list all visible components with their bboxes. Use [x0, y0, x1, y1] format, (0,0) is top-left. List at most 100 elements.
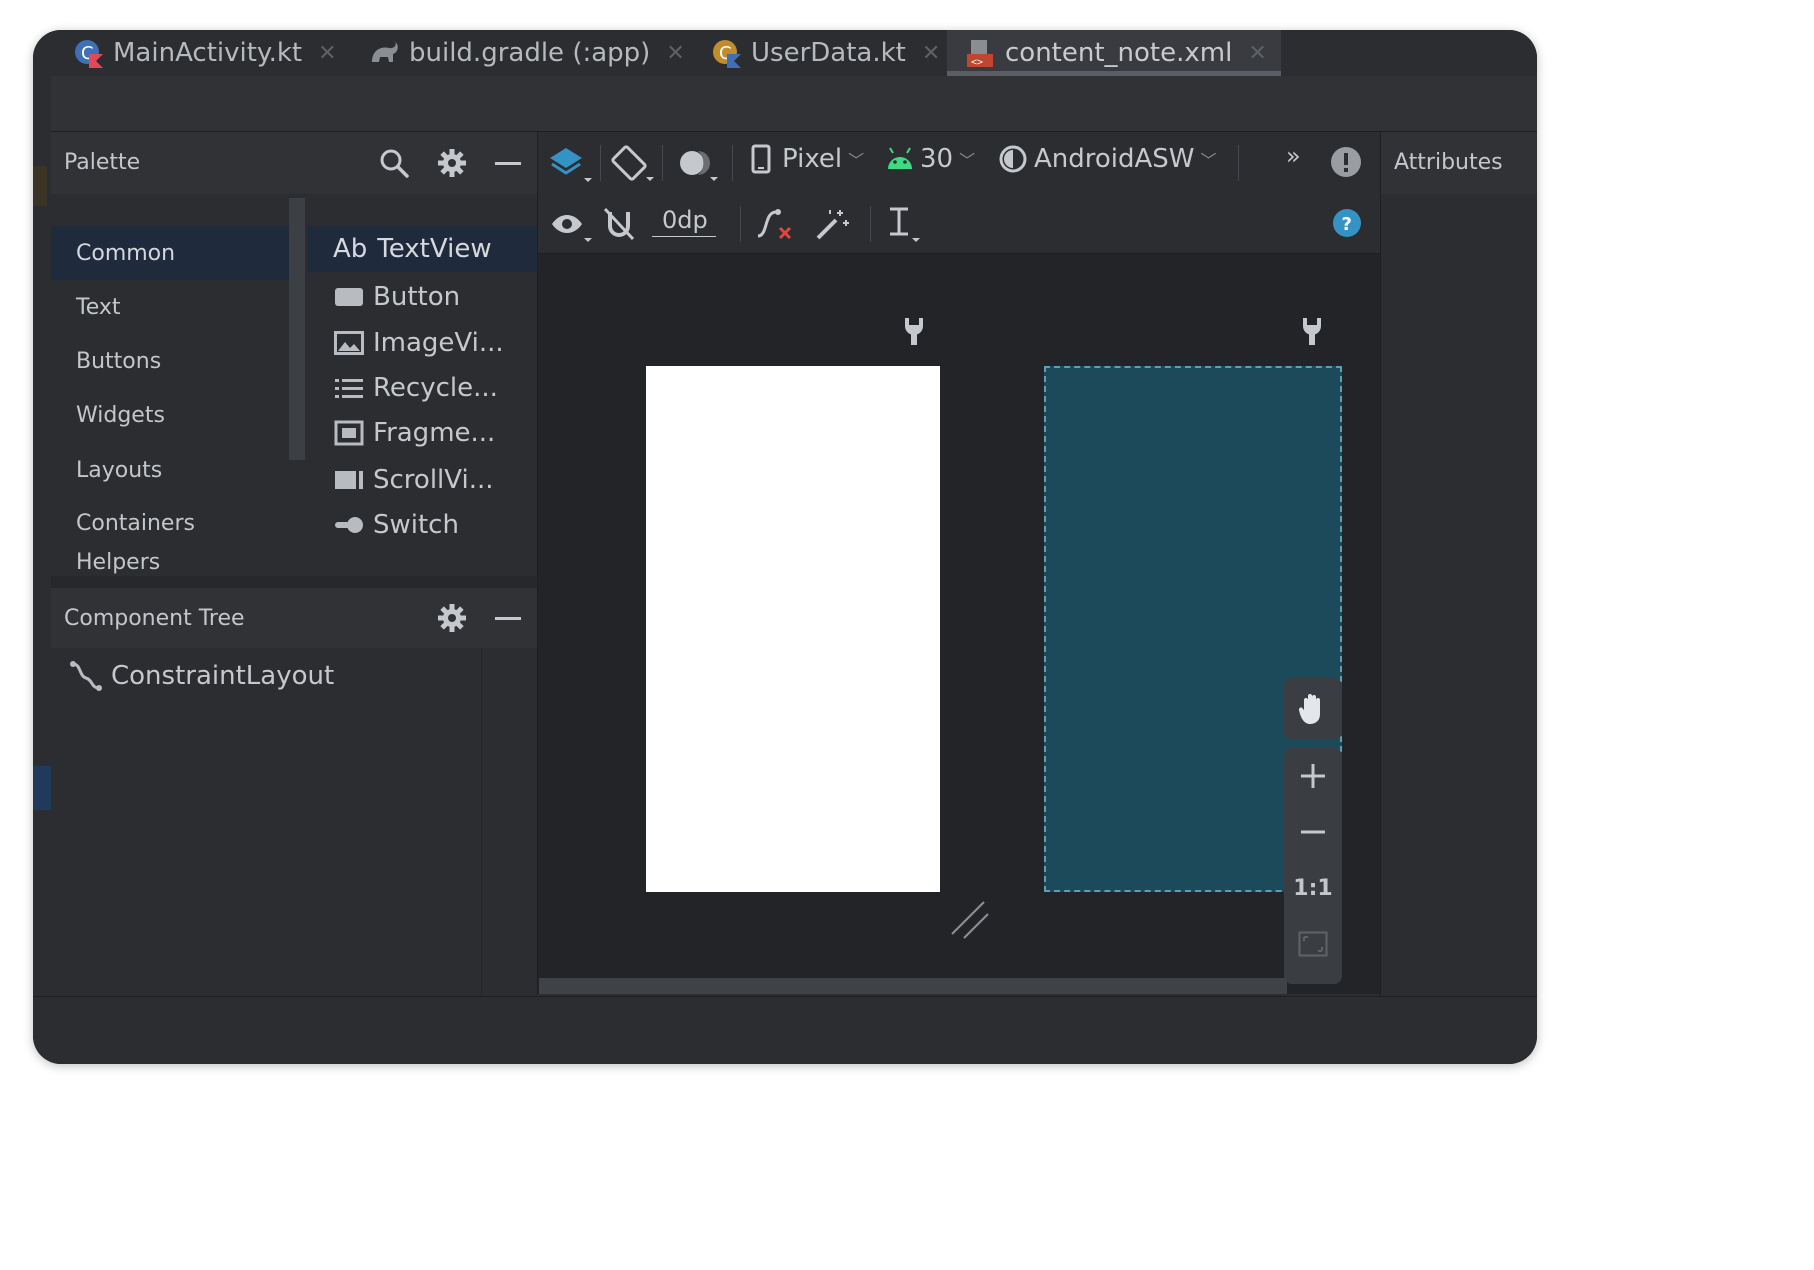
phone-icon [751, 144, 771, 174]
device-selector[interactable]: Pixel ﹀ [750, 144, 864, 174]
palette-item-label: Recycle... [373, 373, 498, 403]
close-icon[interactable]: ✕ [318, 41, 336, 66]
palette-item-label: Button [373, 282, 461, 312]
image-icon [333, 330, 365, 356]
palette-category-helpers[interactable]: Helpers [51, 550, 289, 576]
category-scrollbar[interactable] [289, 198, 305, 460]
tree-divider [481, 648, 482, 1008]
hand-icon[interactable] [1284, 678, 1342, 740]
view-options-icon[interactable] [550, 206, 592, 244]
ide-window: C MainActivity.kt ✕ build.gradle (:app) … [33, 30, 1537, 1064]
palette-item-label: ImageVi... [373, 328, 504, 358]
orientation-icon[interactable] [610, 143, 654, 183]
tree-item-label: ConstraintLayout [111, 661, 335, 691]
wrench-icon[interactable] [902, 316, 926, 346]
night-mode-icon[interactable] [674, 143, 718, 183]
kotlin-class-icon: C [713, 40, 741, 68]
scrollview-icon [333, 467, 365, 493]
gear-icon[interactable] [435, 601, 469, 635]
pan-tool[interactable] [1284, 678, 1342, 740]
android-icon [888, 147, 912, 169]
palette-item-recyclerview[interactable]: Recycle... [307, 365, 537, 411]
attributes-panel: Attributes [1380, 132, 1537, 996]
chevron-down-icon: ﹀ [848, 151, 865, 170]
kotlin-class-icon: C [75, 40, 103, 68]
layout-toolbar: 0dp ? [537, 194, 1380, 254]
switch-icon [333, 512, 365, 538]
tab-build-gradle[interactable]: build.gradle (:app) ✕ [369, 30, 685, 76]
overflow-icon[interactable]: » [1286, 142, 1301, 170]
autoconnect-off-icon[interactable] [602, 206, 636, 242]
tab-main-activity[interactable]: C MainActivity.kt ✕ [73, 30, 337, 76]
minimize-icon[interactable] [491, 146, 525, 180]
tab-user-data[interactable]: C UserData.kt ✕ [711, 30, 940, 76]
palette-panel: Palette Common Text Buttons Widgets Layo… [51, 132, 537, 576]
palette-item-scrollview[interactable]: ScrollVi... [307, 457, 537, 503]
default-margin-selector[interactable]: 0dp [652, 206, 716, 237]
palette-item-label: TextView [377, 234, 492, 264]
infer-constraints-icon[interactable] [814, 206, 850, 242]
palette-header: Palette [51, 132, 537, 194]
button-widget-icon [333, 284, 365, 310]
palette-category-widgets[interactable]: Widgets [51, 388, 289, 442]
palette-item-label: Fragme... [373, 418, 496, 448]
tab-content-note[interactable]: <> content_note.xml ✕ [947, 30, 1281, 76]
wrench-icon[interactable] [1300, 316, 1324, 346]
zoom-to-fit-icon[interactable] [1284, 916, 1342, 972]
palette-category-containers[interactable]: Containers [51, 496, 289, 550]
zoom-in-icon[interactable] [1284, 748, 1342, 804]
palette-item-label: Switch [373, 510, 459, 540]
palette-item-button[interactable]: Button [307, 274, 537, 320]
close-icon[interactable]: ✕ [922, 41, 940, 66]
zoom-actual-size-button[interactable]: 1:1 [1284, 860, 1342, 916]
tab-label: content_note.xml [1005, 38, 1233, 68]
search-icon[interactable] [377, 146, 411, 180]
editor-tab-bar: C MainActivity.kt ✕ build.gradle (:app) … [33, 30, 1537, 76]
attributes-header: Attributes [1381, 132, 1537, 194]
svg-text:<>: <> [971, 57, 983, 68]
palette-category-layouts[interactable]: Layouts [51, 443, 289, 497]
resize-handle-icon[interactable] [948, 898, 992, 942]
tree-item-constraintlayout[interactable]: ConstraintLayout [69, 660, 334, 692]
fragment-icon [333, 420, 365, 446]
chevron-down-icon: ﹀ [959, 151, 976, 170]
tab-label: MainActivity.kt [113, 38, 303, 68]
theme-icon [999, 145, 1027, 173]
tab-label: build.gradle (:app) [409, 38, 651, 68]
palette-category-text[interactable]: Text [51, 280, 289, 334]
palette-item-switch[interactable]: Switch [307, 502, 537, 548]
guidelines-icon[interactable] [884, 206, 924, 244]
minimize-icon[interactable] [491, 601, 525, 635]
clear-constraints-icon[interactable] [754, 206, 794, 242]
component-tree-header: Component Tree [51, 588, 537, 648]
svg-text:?: ? [1342, 214, 1352, 235]
palette-item-fragment[interactable]: Fragme... [307, 410, 537, 456]
palette-item-textview[interactable]: Ab TextView [307, 226, 537, 272]
tab-label: UserData.kt [751, 38, 906, 68]
close-icon[interactable]: ✕ [666, 41, 684, 66]
palette-item-imageview[interactable]: ImageVi... [307, 320, 537, 366]
device-name: Pixel [782, 144, 843, 174]
textview-icon: Ab [333, 234, 368, 264]
palette-category-buttons[interactable]: Buttons [51, 334, 289, 388]
design-surface[interactable] [646, 366, 940, 892]
theme-selector[interactable]: AndroidASW ﹀ [998, 144, 1217, 174]
warning-icon[interactable] [1330, 146, 1362, 178]
design-canvas[interactable]: 1:1 [537, 254, 1380, 994]
theme-name: AndroidASW [1034, 144, 1195, 174]
design-toolbar: Pixel ﹀ 30 ﹀ AndroidASW ﹀ » [537, 132, 1380, 194]
close-icon[interactable]: ✕ [1248, 41, 1266, 66]
help-icon[interactable]: ? [1332, 208, 1362, 238]
canvas-horizontal-scrollbar[interactable] [539, 978, 1287, 994]
component-tree-title: Component Tree [64, 606, 245, 631]
zoom-controls: 1:1 [1284, 748, 1342, 984]
layers-icon[interactable] [548, 144, 592, 184]
component-tree-panel: Component Tree ConstraintLayout [51, 576, 537, 1008]
constraint-layout-icon [70, 661, 102, 691]
gear-icon[interactable] [435, 146, 469, 180]
palette-item-label: ScrollVi... [373, 465, 494, 495]
api-level-selector[interactable]: 30 ﹀ [886, 144, 975, 174]
palette-category-common[interactable]: Common [51, 226, 289, 280]
bottom-bar [33, 996, 1537, 1064]
zoom-out-icon[interactable] [1284, 804, 1342, 860]
